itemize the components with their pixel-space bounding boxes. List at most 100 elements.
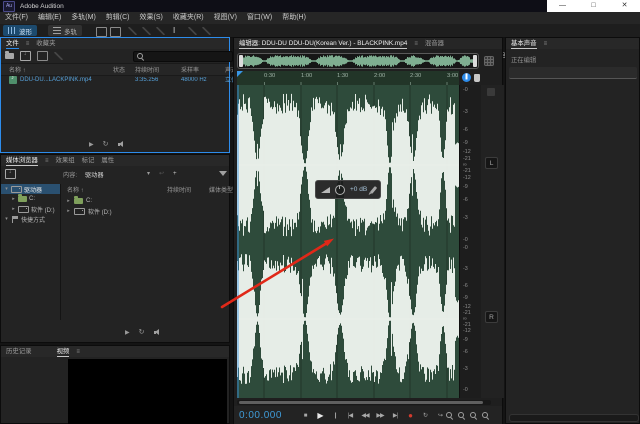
tab-files[interactable]: 文件 — [6, 38, 19, 49]
menu-item-1[interactable]: 编辑(E) — [33, 12, 66, 24]
panel-menu-icon[interactable]: ≡ — [26, 41, 30, 47]
loop-button[interactable]: ↻ — [418, 410, 432, 422]
pause-button[interactable]: || — [328, 410, 342, 422]
import-file-button[interactable] — [20, 51, 31, 61]
tab-media-1[interactable]: 效果组 — [55, 155, 74, 166]
channel-r-button[interactable]: R — [485, 311, 498, 323]
pencil-icon[interactable] — [369, 185, 378, 194]
zoom-navigator[interactable] — [237, 53, 479, 69]
media-import-button[interactable] — [5, 169, 16, 179]
zoom-out-button[interactable] — [458, 412, 465, 419]
new-content-button[interactable] — [37, 51, 48, 61]
menu-item-7[interactable]: 窗口(W) — [242, 12, 277, 24]
media-list-col-2[interactable]: 媒体类型 — [209, 185, 233, 194]
minimize-button[interactable]: — — [547, 0, 578, 12]
disclosure-icon[interactable]: ▾ — [4, 186, 9, 192]
disclosure-icon[interactable]: ▸ — [66, 208, 71, 214]
fast-forward-button[interactable]: ▶▶ — [373, 410, 387, 422]
channel-l-button[interactable]: L — [485, 157, 498, 169]
content-dropdown[interactable]: 驱动器 — [85, 170, 104, 179]
playhead-marker[interactable] — [237, 71, 243, 77]
tab-media-0[interactable]: 媒体浏览器 — [6, 155, 38, 166]
tab-video[interactable]: 视频 — [56, 346, 69, 357]
panel-toggle-icon-2[interactable] — [110, 27, 121, 37]
disclosure-icon[interactable]: ▸ — [66, 198, 71, 204]
tab-media-2[interactable]: 标记 — [82, 155, 95, 166]
multitrack-view-button[interactable]: 多轨 — [48, 25, 82, 36]
chevron-down-icon[interactable]: ▾ — [147, 170, 150, 177]
insert-multitrack-icon[interactable] — [54, 52, 63, 60]
zoom-in-button[interactable] — [446, 412, 453, 419]
record-button[interactable]: ● — [403, 410, 417, 422]
files-col-0[interactable]: 名称 ↑ — [9, 65, 113, 74]
add-shortcut-button[interactable]: + — [173, 170, 177, 177]
tree-item-2[interactable]: ▸ 软件 (D:) — [1, 204, 60, 214]
navigator-right-handle[interactable] — [473, 55, 477, 67]
media-list-item-0[interactable]: ▸ C: — [61, 196, 229, 206]
tab-mixer[interactable]: 混音器 — [425, 38, 444, 49]
tab-editor[interactable]: 编辑器: DDU-DU DDU-DU(Korean Ver.) - BLACKP… — [239, 38, 408, 49]
navigator-left-handle[interactable] — [239, 55, 243, 67]
editor-panel-menu-icon[interactable]: ≡ — [414, 41, 418, 47]
menu-item-3[interactable]: 剪辑(C) — [101, 12, 135, 24]
menu-item-8[interactable]: 帮助(H) — [277, 12, 311, 24]
razor-tool-icon[interactable] — [142, 27, 151, 35]
open-file-button[interactable] — [5, 51, 14, 59]
media-list-col-1[interactable]: 持续时间 — [167, 185, 191, 194]
media-loop-button[interactable]: ↻ — [139, 328, 145, 336]
files-col-1[interactable]: 状态 — [113, 65, 135, 74]
media-panel-menu-icon[interactable]: ≡ — [45, 158, 49, 164]
stop-button[interactable]: ■ — [298, 410, 312, 422]
back-icon[interactable]: ↩ — [159, 170, 164, 177]
files-col-2[interactable]: 持续时间 — [135, 65, 181, 74]
menu-item-0[interactable]: 文件(F) — [0, 12, 33, 24]
play-button[interactable]: ▶ — [313, 410, 327, 422]
slip-tool-icon[interactable] — [156, 27, 165, 35]
close-button[interactable]: ✕ — [609, 0, 640, 12]
pause-indicator-icon[interactable]: ❚ — [462, 73, 471, 82]
file-row[interactable]: DDU-DU...LACKPINK.mp43:35.25648000 Hz立体声 — [1, 74, 243, 85]
filter-icon[interactable] — [219, 171, 227, 176]
timeline-ruler[interactable]: 0:301:001:302:002:303:003:3 — [237, 71, 459, 86]
scrollbar-thumb[interactable] — [239, 401, 483, 404]
menu-item-6[interactable]: 视图(V) — [209, 12, 242, 24]
horizontal-scrollbar[interactable] — [237, 400, 491, 405]
tree-item-0[interactable]: ▾ 驱动器 — [1, 184, 60, 194]
navigator-settings-button[interactable] — [484, 56, 494, 66]
skip-forward-button[interactable]: ▶| — [388, 410, 402, 422]
tab-favorites[interactable]: 收藏夹 — [36, 38, 55, 49]
volume-hud[interactable]: +0 dB — [315, 180, 382, 199]
lasso-tool-icon[interactable] — [202, 27, 211, 35]
tab-media-3[interactable]: 属性 — [101, 155, 114, 166]
disclosure-icon[interactable]: ▸ — [11, 206, 16, 212]
zoom-selection-button[interactable] — [470, 412, 477, 419]
es-panel-menu-icon[interactable]: ≡ — [544, 41, 548, 47]
menu-item-5[interactable]: 收藏夹(R) — [168, 12, 209, 24]
tree-item-1[interactable]: ▸ C: — [1, 194, 60, 204]
marker-icon[interactable] — [474, 74, 480, 82]
skip-back-button[interactable]: |◀ — [343, 410, 357, 422]
autoplay-button[interactable]: ▶ — [89, 141, 94, 148]
menu-item-2[interactable]: 多轨(M) — [66, 12, 101, 24]
skip-selection-button[interactable]: ↪ — [433, 410, 447, 422]
waveform-view-button[interactable]: 波形 — [3, 25, 37, 36]
preset-dropdown[interactable] — [509, 67, 637, 79]
media-list-col-0[interactable]: 名称 ↑ — [67, 185, 84, 194]
panel-toggle-icon[interactable] — [96, 27, 107, 37]
disclosure-icon[interactable]: ▸ — [11, 196, 16, 202]
time-selection-tool-icon[interactable]: I — [173, 26, 175, 35]
files-search-input[interactable] — [133, 51, 233, 62]
tab-history[interactable]: 历史记录 — [6, 346, 32, 357]
video-panel-menu-icon[interactable]: ≡ — [76, 349, 80, 355]
tab-essential-sound[interactable]: 基本声音 — [511, 38, 537, 49]
rewind-button[interactable]: ◀◀ — [358, 410, 372, 422]
strip-button[interactable] — [487, 88, 495, 96]
media-play-button[interactable]: ▶ — [125, 329, 130, 336]
media-list-item-1[interactable]: ▸ 软件 (D:) — [61, 206, 229, 216]
loop-playback-button[interactable]: ↻ — [103, 140, 109, 148]
files-col-3[interactable]: 采样率 — [181, 65, 225, 74]
knob-icon[interactable] — [335, 184, 345, 195]
move-tool-icon[interactable] — [128, 27, 137, 35]
disclosure-icon[interactable]: ▾ — [4, 216, 9, 222]
marquee-tool-icon[interactable] — [188, 27, 197, 35]
